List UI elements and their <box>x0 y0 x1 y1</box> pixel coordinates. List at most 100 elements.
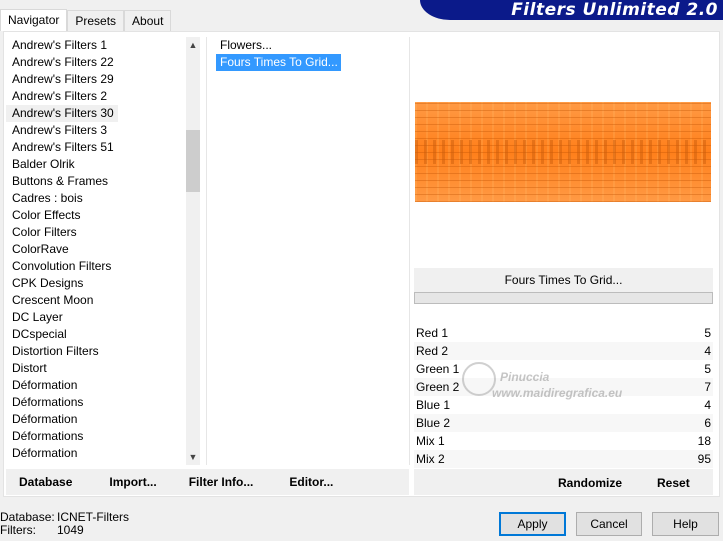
category-item-label: Déformation <box>12 446 78 460</box>
parameter-value[interactable]: 5 <box>704 324 711 342</box>
parameter-row[interactable]: Red 2 4 <box>414 342 713 360</box>
category-item-label: Color Filters <box>12 225 77 239</box>
apply-button[interactable]: Apply <box>499 512 566 536</box>
category-item[interactable]: DC Layer <box>6 309 186 326</box>
category-item[interactable]: Andrew's Filters 22 <box>6 54 186 71</box>
category-item[interactable]: Balder Olrik <box>6 156 186 173</box>
tab-navigator[interactable]: Navigator <box>0 9 68 31</box>
randomize-button[interactable]: Randomize <box>558 476 622 490</box>
column-divider <box>409 37 410 465</box>
parameter-row[interactable]: Green 1 5 <box>414 360 713 378</box>
category-item-label: Balder Olrik <box>12 157 75 171</box>
category-item-label: Andrew's Filters 51 <box>12 140 114 154</box>
category-item-label: CPK Designs <box>12 276 84 290</box>
parameter-value[interactable]: 95 <box>698 450 711 468</box>
category-item[interactable]: Convolution Filters <box>6 258 186 275</box>
tab-presets[interactable]: Presets <box>67 10 125 31</box>
progress-bar <box>414 292 713 304</box>
category-item-label: ColorRave <box>12 242 69 256</box>
parameter-list[interactable]: Red 1 5 Red 2 4 Green 1 5 Green 2 7 Blue 1 4 Blue … <box>414 324 713 468</box>
category-item-label: Andrew's Filters 22 <box>12 55 114 69</box>
category-item-label: Andrew's Filters 1 <box>12 38 107 52</box>
parameter-value[interactable]: 4 <box>704 396 711 414</box>
chevron-down-icon[interactable]: ▼ <box>186 449 200 465</box>
parameter-value[interactable]: 6 <box>704 414 711 432</box>
database-button[interactable]: Database <box>19 475 72 489</box>
category-item-label: Color Effects <box>12 208 81 222</box>
parameter-row[interactable]: Blue 1 4 <box>414 396 713 414</box>
category-item-label: Crescent Moon <box>12 293 94 307</box>
parameter-label: Red 2 <box>416 344 449 358</box>
parameter-row[interactable]: Red 1 5 <box>414 324 713 342</box>
database-info: Database: ICNET-Filters Filters: 1049 <box>0 511 129 537</box>
category-item[interactable]: DCspecial <box>6 326 186 343</box>
category-item[interactable]: Distortion Filters <box>6 343 186 360</box>
filter-item[interactable]: Flowers... <box>216 37 406 54</box>
category-item[interactable]: Andrew's Filters 1 <box>6 37 186 54</box>
category-item-label: DCspecial <box>12 327 67 341</box>
category-item-label: Déformations <box>12 429 84 443</box>
category-item-label: Convolution Filters <box>12 259 112 273</box>
help-button[interactable]: Help <box>652 512 719 536</box>
category-item[interactable]: ColorRave <box>6 241 186 258</box>
filter-item[interactable]: Fours Times To Grid... <box>216 54 406 71</box>
category-list[interactable]: Andrew's Filters 1 Andrew's Filters 22 And… <box>6 37 186 465</box>
parameter-value[interactable]: 7 <box>704 378 711 396</box>
category-item[interactable]: Déformations <box>6 428 186 445</box>
import-button[interactable]: Import... <box>109 475 156 489</box>
category-item-label: Buttons & Frames <box>12 174 109 188</box>
category-scrollbar[interactable]: ▲ ▼ <box>186 37 200 465</box>
category-item-label: Andrew's Filters 29 <box>12 72 114 86</box>
filter-item-label: Fours Times To Grid... <box>216 54 341 71</box>
parameter-label: Blue 2 <box>416 416 451 430</box>
parameter-label: Red 1 <box>416 326 449 340</box>
preset-toolbar: Randomize Reset <box>414 469 713 495</box>
parameter-row[interactable]: Mix 2 95 <box>414 450 713 468</box>
category-item[interactable]: Andrew's Filters 51 <box>6 139 186 156</box>
category-item[interactable]: Andrew's Filters 29 <box>6 71 186 88</box>
category-item[interactable]: Andrew's Filters 2 <box>6 88 186 105</box>
category-item[interactable]: Distort <box>6 360 186 377</box>
app-title: Filters Unlimited 2.0 <box>511 0 718 20</box>
parameter-value[interactable]: 18 <box>698 432 711 450</box>
tab-about[interactable]: About <box>124 10 172 31</box>
category-item[interactable]: Buttons & Frames <box>6 173 186 190</box>
preview-texture <box>415 140 711 164</box>
filter-item-label: Flowers... <box>220 38 273 52</box>
cancel-button[interactable]: Cancel <box>576 512 642 536</box>
chevron-up-icon[interactable]: ▲ <box>186 37 200 53</box>
parameter-label: Green 2 <box>416 380 460 394</box>
category-item[interactable]: Color Filters <box>6 224 186 241</box>
category-item[interactable]: Déformation <box>6 377 186 394</box>
category-item[interactable]: Color Effects <box>6 207 186 224</box>
parameter-row[interactable]: Mix 1 18 <box>414 432 713 450</box>
scroll-thumb[interactable] <box>186 130 200 192</box>
category-item[interactable]: Andrew's Filters 3 <box>6 122 186 139</box>
parameter-value[interactable]: 4 <box>704 342 711 360</box>
current-filter-name: Fours Times To Grid... <box>414 268 713 292</box>
category-item[interactable]: CPK Designs <box>6 275 186 292</box>
filter-info-button[interactable]: Filter Info... <box>189 475 254 489</box>
filter-list[interactable]: Flowers... Fours Times To Grid... <box>216 37 406 177</box>
parameter-value[interactable]: 5 <box>704 360 711 378</box>
category-item-label: Andrew's Filters 3 <box>12 123 107 137</box>
filters-count-label: Filters: <box>0 523 36 537</box>
navigator-toolbar: Database Import... Filter Info... Editor… <box>6 469 409 495</box>
category-item[interactable]: Andrew's Filters 30 <box>6 105 186 122</box>
category-item[interactable]: Déformation <box>6 445 186 462</box>
category-item-label: Distort <box>12 361 47 375</box>
category-item-label: Déformations <box>12 395 84 409</box>
category-item[interactable]: Déformations <box>6 394 186 411</box>
reset-button[interactable]: Reset <box>657 476 690 490</box>
category-item[interactable]: Cadres : bois <box>6 190 186 207</box>
editor-button[interactable]: Editor... <box>289 475 333 489</box>
category-item-label: Cadres : bois <box>12 191 83 205</box>
category-item-label: Andrew's Filters 30 <box>6 105 118 122</box>
category-item[interactable]: Déformation <box>6 411 186 428</box>
category-item[interactable]: Crescent Moon <box>6 292 186 309</box>
parameter-row[interactable]: Green 2 7 <box>414 378 713 396</box>
parameter-label: Green 1 <box>416 362 460 376</box>
parameter-row[interactable]: Blue 2 6 <box>414 414 713 432</box>
parameter-label: Mix 1 <box>416 434 445 448</box>
column-divider <box>206 37 207 465</box>
